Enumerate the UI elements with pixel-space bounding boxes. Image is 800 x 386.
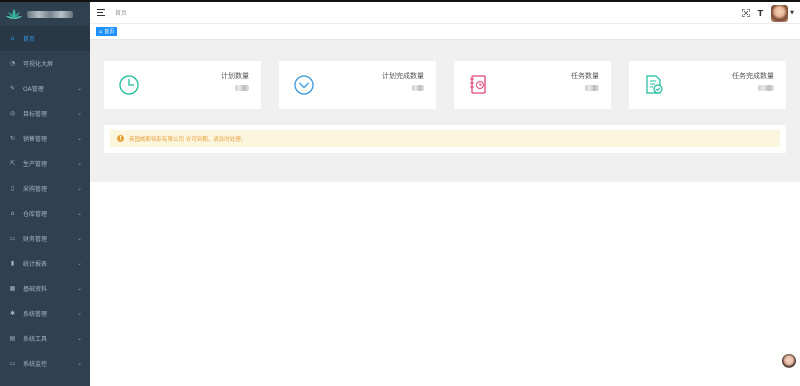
tags-bar: ⌂ 首页 (90, 24, 800, 40)
sidebar-item-label: 系统工具 (23, 336, 48, 343)
stat-cards: 计划数量 计划完成数量 任务数量 任务完成数量 (104, 61, 786, 109)
sidebar-item[interactable]: ⌂ 仓库管理 ⌄ (0, 201, 90, 226)
tag-home[interactable]: ⌂ 首页 (96, 27, 118, 36)
stat-value (412, 85, 424, 91)
stat-value (235, 85, 249, 91)
chevron-down-icon: ⌄ (76, 310, 82, 317)
sidebar-item-label: 财务管理 (23, 236, 48, 243)
grid-icon: ▦ (9, 285, 16, 292)
sidebar-menu: ⌂ 首页 ◔ 可视化大屏 ✎ OA管理 ⌄ ◎ 目标管理 ⌄ ↻ 销售管理 ⌄ ⇱ 生产管理 ⌄ ▯ 采购管理 ⌄ ⌂… (0, 26, 90, 376)
avatar[interactable] (771, 4, 789, 22)
stat-title: 计划完成数量 (382, 72, 424, 80)
warehouse-icon: ⌂ (10, 210, 15, 217)
sidebar-item-label: 目标管理 (23, 111, 48, 118)
license-notice: ! 英国威斯特彭有限公司 许可到期，请及时处理。 (104, 125, 786, 153)
sidebar-item-label: 基础资料 (23, 286, 48, 293)
chevron-down-icon: ⌄ (76, 85, 82, 92)
sidebar-item[interactable]: ✎ OA管理 ⌄ (0, 76, 90, 101)
assistant-avatar-icon[interactable] (782, 354, 796, 368)
sidebar-item-label: 采购管理 (23, 186, 48, 193)
menu-toggle-icon[interactable] (97, 9, 105, 16)
sidebar-item-label: 仓库管理 (23, 211, 48, 218)
clock-icon (119, 75, 139, 95)
target-icon: ◎ (9, 110, 16, 117)
text-size-icon[interactable]: T (758, 9, 763, 18)
sidebar-item-label: 统计报表 (23, 261, 48, 268)
sidebar-item[interactable]: ⇱ 生产管理 ⌄ (0, 151, 90, 176)
warning-icon: ! (117, 135, 124, 142)
edit-icon: ✎ (9, 85, 16, 92)
sidebar-item[interactable]: ↻ 销售管理 ⌄ (0, 126, 90, 151)
tag-home-label: 首页 (104, 29, 115, 35)
sidebar-item[interactable]: ▦ 基础资料 ⌄ (0, 276, 90, 301)
stat-title: 任务完成数量 (732, 72, 774, 80)
sidebar-item-label: 系统管理 (23, 311, 48, 318)
header: 首页 T ▼ (90, 2, 800, 24)
monitor-icon: ▭ (9, 360, 16, 367)
chevron-down-icon: ⌄ (76, 360, 82, 367)
gear-icon: ✱ (9, 310, 16, 317)
checked-doc-icon (646, 75, 663, 94)
sidebar-item[interactable]: ◎ 目标管理 ⌄ (0, 101, 90, 126)
home-icon: ⌂ (10, 35, 15, 42)
refresh-icon: ↻ (9, 135, 16, 142)
chevron-down-icon: ⌄ (76, 260, 82, 267)
sidebar-item[interactable]: ✱ 系统管理 ⌄ (0, 301, 90, 326)
sidebar-item-label: 销售管理 (23, 136, 48, 143)
header-actions: T ▼ (741, 2, 800, 24)
sidebar-item[interactable]: ▯ 采购管理 ⌄ (0, 176, 90, 201)
breadcrumb[interactable]: 首页 (115, 8, 127, 17)
sidebar: ⌂ 首页 ◔ 可视化大屏 ✎ OA管理 ⌄ ◎ 目标管理 ⌄ ↻ 销售管理 ⌄ ⇱ 生产管理 ⌄ ▯ 采购管理 ⌄ ⌂… (0, 2, 90, 386)
chevron-down-icon[interactable]: ▼ (790, 10, 794, 16)
sidebar-item[interactable]: ◔ 可视化大屏 (0, 51, 90, 76)
notice-text: 英国威斯特彭有限公司 许可到期，请及时处理。 (129, 136, 247, 143)
chevron-down-icon: ⌄ (76, 185, 82, 192)
chevron-circle-icon (294, 75, 314, 95)
lotus-logo-icon (6, 9, 22, 19)
sidebar-item[interactable]: ⌂ 首页 (0, 26, 90, 51)
chevron-down-icon: ⌄ (76, 160, 82, 167)
home-icon: ⌂ (99, 28, 103, 35)
brand[interactable] (0, 2, 90, 26)
sidebar-item[interactable]: ▮ 统计报表 ⌄ (0, 251, 90, 276)
stat-title: 计划数量 (221, 72, 249, 80)
stat-card: 任务完成数量 (629, 61, 786, 109)
chevron-down-icon: ⌄ (76, 335, 82, 342)
stat-value (758, 85, 774, 91)
stat-card: 计划数量 (104, 61, 261, 109)
brand-name (27, 10, 73, 18)
chevron-down-icon: ⌄ (76, 210, 82, 217)
chevron-down-icon: ⌄ (76, 135, 82, 142)
task-doc-icon (470, 75, 486, 94)
tools-icon: ▤ (9, 335, 16, 342)
stat-value (585, 85, 599, 91)
chevron-down-icon: ⌄ (76, 110, 82, 117)
stat-card: 计划完成数量 (279, 61, 436, 109)
fullscreen-icon[interactable] (741, 9, 750, 17)
sidebar-item-label: OA管理 (23, 86, 44, 93)
sidebar-item-label: 系统监控 (23, 361, 48, 368)
chevron-down-icon: ⌄ (76, 285, 82, 292)
book-icon: ▯ (10, 185, 15, 192)
notice-bar: ! 英国威斯特彭有限公司 许可到期，请及时处理。 (110, 130, 780, 147)
stat-card: 任务数量 (454, 61, 611, 109)
chevron-down-icon: ⌄ (76, 235, 82, 242)
dashboard-icon: ◔ (9, 60, 16, 67)
bar-chart-icon: ▮ (10, 260, 15, 267)
sidebar-item[interactable]: ▤ 系统工具 ⌄ (0, 326, 90, 351)
sidebar-item-label: 首页 (23, 36, 36, 43)
sidebar-item-label: 可视化大屏 (23, 61, 54, 68)
dashboard-content: 计划数量 计划完成数量 任务数量 任务完成数量 ! 英国威斯特彭有限公司 许可到… (90, 40, 800, 182)
main-area: 首页 T ▼ ⌂ 首页 计划数量 计划完成数量 任务数量 任务完成数量 ! 英国… (90, 2, 800, 386)
stat-title: 任务数量 (571, 72, 599, 80)
finance-icon: ▭ (9, 235, 16, 242)
external-icon: ⇱ (9, 160, 16, 167)
sidebar-item-label: 生产管理 (23, 161, 48, 168)
sidebar-item[interactable]: ▭ 财务管理 ⌄ (0, 226, 90, 251)
sidebar-item[interactable]: ▭ 系统监控 ⌄ (0, 351, 90, 376)
